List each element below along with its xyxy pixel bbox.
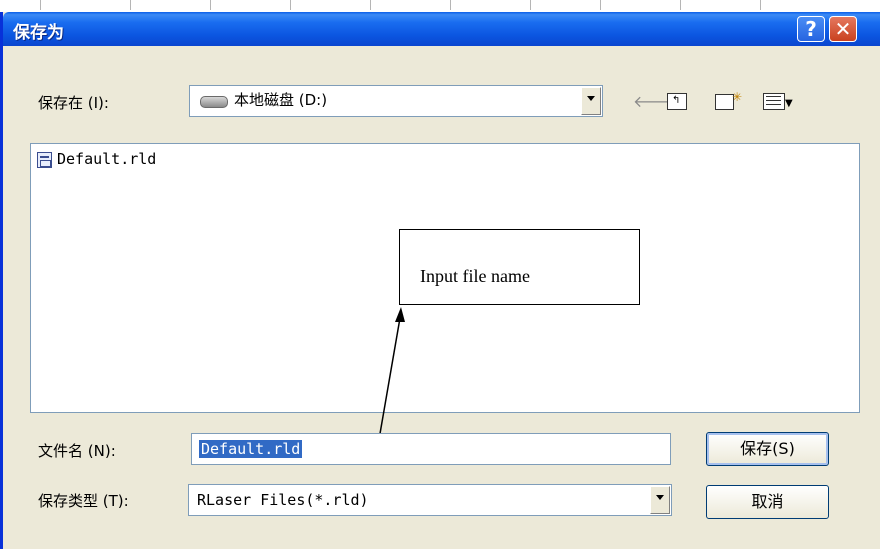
background-strip <box>0 0 880 12</box>
cancel-button[interactable]: 取消 <box>706 485 829 519</box>
ruler-tick <box>40 0 41 10</box>
file-name-value: Default.rld <box>199 440 303 458</box>
save-in-dropdown[interactable]: 本地磁盘 (D:) <box>189 85 603 117</box>
up-folder-icon[interactable]: ↰ <box>667 91 687 113</box>
help-button[interactable]: ? <box>797 16 825 42</box>
save-button[interactable]: 保存(S) <box>706 432 829 466</box>
new-folder-icon[interactable]: ✳ <box>715 90 744 113</box>
dialog-title: 保存为 <box>13 23 64 43</box>
ruler-tick <box>760 0 761 10</box>
close-button[interactable]: ✕ <box>829 16 857 42</box>
ruler-tick <box>210 0 211 10</box>
ruler-tick <box>450 0 451 10</box>
annotation-callout: Input file name <box>399 229 640 305</box>
title-bar[interactable]: 保存为 ? ✕ <box>3 12 880 46</box>
view-menu-icon[interactable]: ▼ <box>763 91 793 113</box>
drive-icon <box>200 96 228 108</box>
file-type-dropdown[interactable]: RLaser Files(*.rld) <box>188 484 672 516</box>
ruler-tick <box>530 0 531 10</box>
ruler-tick <box>130 0 131 10</box>
file-name: Default.rld <box>57 150 157 168</box>
file-name-input[interactable]: Default.rld <box>191 433 671 465</box>
ruler-tick <box>600 0 601 10</box>
file-type-label: 保存类型 (T): <box>38 492 129 510</box>
annotation-text: Input file name <box>420 266 530 286</box>
ruler-tick <box>680 0 681 10</box>
file-type-dropdown-arrow[interactable] <box>650 486 670 514</box>
ruler-tick <box>290 0 291 10</box>
file-name-label: 文件名 (N): <box>38 442 116 460</box>
save-in-dropdown-arrow[interactable] <box>581 87 601 115</box>
save-in-value: 本地磁盘 (D:) <box>234 91 328 109</box>
ruler-tick <box>370 0 371 10</box>
save-in-label: 保存在 (I): <box>38 94 109 112</box>
rld-file-icon <box>37 152 52 168</box>
file-type-value: RLaser Files(*.rld) <box>197 491 369 509</box>
